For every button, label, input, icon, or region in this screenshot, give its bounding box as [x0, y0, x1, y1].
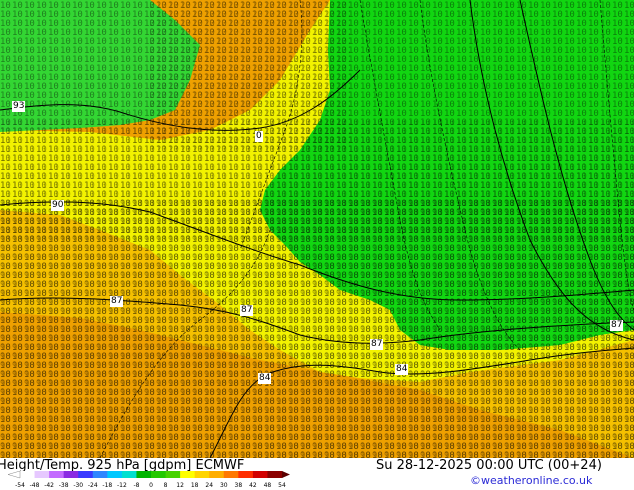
- colorbar-min-arrow: [8, 471, 21, 479]
- colorbar-segment: [20, 471, 36, 478]
- colorbar-tick-label: 18: [191, 482, 199, 488]
- colorbar-tick-label: 38: [235, 482, 243, 488]
- colorbar-segment: [267, 471, 283, 478]
- colorbar-segment: [165, 471, 181, 478]
- weather-map: 10 98 11 22: [0, 0, 634, 458]
- colorbar-tick-label: -12: [117, 482, 127, 488]
- colorbar-tick-label: 54: [278, 482, 286, 488]
- colorbar-segment: [107, 471, 123, 478]
- colorbar-segment: [63, 471, 79, 478]
- colorbar-tick-label: 0: [149, 482, 153, 488]
- colorbar-segment: [49, 471, 65, 478]
- colorbar-tick-label: -30: [73, 482, 83, 488]
- colorbar-segment: [121, 471, 137, 478]
- contour-label-0: 0: [255, 131, 263, 142]
- credit-link[interactable]: ©weatheronline.co.uk: [470, 474, 592, 487]
- colorbar-segment: [238, 471, 254, 478]
- contour-label-87: 87: [370, 339, 384, 350]
- valid-datetime: Su 28-12-2025 00:00 UTC (00+24): [376, 458, 602, 473]
- colorbar-max-arrow: [282, 471, 290, 478]
- colorbar-tick-label: 30: [220, 482, 228, 488]
- colorbar-tick-label: 48: [264, 482, 272, 488]
- contour-label-87: 87: [240, 305, 254, 316]
- temperature-colorbar: -54 -48 -42 -38 -30 -24 -18 -12 -8 0 8 12 18 24 30 38 42…: [8, 471, 290, 488]
- colorbar-segment: [136, 471, 152, 478]
- colorbar-segment: [78, 471, 94, 478]
- colorbar-tick-label: -8: [133, 482, 139, 488]
- colorbar-tick-label: -24: [88, 482, 98, 488]
- contour-label-87: 87: [610, 320, 624, 331]
- colorbar-segment: [92, 471, 108, 478]
- colorbar-segment: [252, 471, 268, 478]
- contour-label-93: 93: [12, 101, 26, 112]
- colorbar-segment: [194, 471, 210, 478]
- colorbar-segment: [180, 471, 196, 478]
- colorbar-segment: [209, 471, 225, 478]
- colorbar-segment: [151, 471, 167, 478]
- colorbar-segment: [223, 471, 239, 478]
- colorbar-segment: [34, 471, 50, 478]
- colorbar-tick-label: -18: [102, 482, 112, 488]
- contour-label-90: 90: [51, 200, 65, 211]
- colorbar-tick-label: -54: [15, 482, 25, 488]
- map-canvas: 10 98 11 22: [0, 0, 634, 458]
- colorbar-tick-label: -38: [59, 482, 69, 488]
- colorbar-tick-label: 42: [249, 482, 257, 488]
- colorbar-tick-label: 12: [176, 482, 184, 488]
- colorbar-tick-label: -42: [44, 482, 54, 488]
- contour-label-84: 84: [395, 364, 409, 375]
- contour-label-87: 87: [110, 296, 124, 307]
- colorbar-tick-label: 8: [164, 482, 168, 488]
- contour-label-84: 84: [258, 373, 272, 384]
- colorbar-tick-label: 24: [205, 482, 213, 488]
- colorbar-tick-label: -48: [30, 482, 40, 488]
